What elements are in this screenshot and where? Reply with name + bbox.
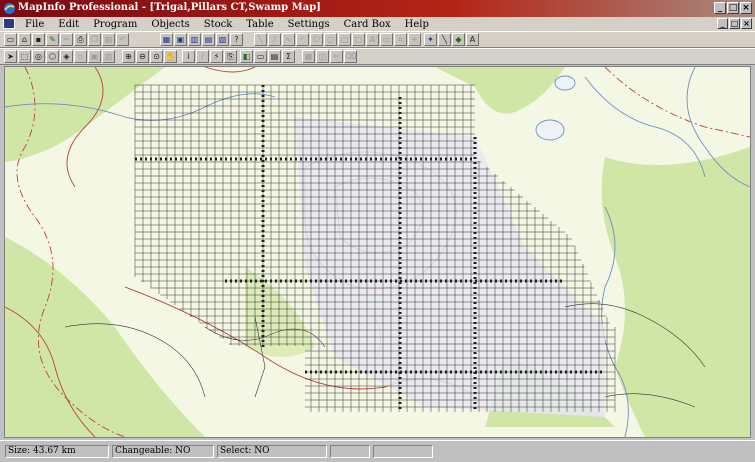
statistics-icon[interactable]: Σ [282,50,295,63]
maximize-button[interactable]: □ [727,2,739,14]
save-icon[interactable]: ▪ [32,33,45,46]
close-button[interactable]: × [740,2,752,14]
hotlink-icon[interactable]: ⎘ [224,50,237,63]
graph-select-icon[interactable]: ▥ [102,50,115,63]
title-bar[interactable]: MapInfo Professional - [Trigal,Pillars C… [0,0,755,17]
reshape-icon[interactable]: ⌗ [394,33,407,46]
menu-table[interactable]: Table [239,19,280,30]
menu-help[interactable]: Help [398,19,436,30]
tools-toolbar: ➤ ⬚ ◎ ⬡ ◈ ▫ ▣ ▥ ⊕ ⊖ ⊙ ✋ i ∕ ⚡ ⎘ ◧ ▭ ▤ Σ … [0,48,755,65]
polyline-icon[interactable]: ∿ [282,33,295,46]
status-empty-2 [373,445,433,458]
line-style-icon[interactable]: ╲ [438,33,451,46]
set-target-icon[interactable]: ◫ [316,50,329,63]
menu-stock[interactable]: Stock [197,19,240,30]
line-icon[interactable]: ∕ [268,33,281,46]
reshape-split-icon[interactable]: ✂ [330,50,343,63]
mapinfo-logo-icon [4,3,15,14]
doc-minimize-button[interactable]: _ [717,18,728,29]
doc-close-button[interactable]: × [741,18,752,29]
doc-restore-button[interactable]: □ [729,18,740,29]
marquee-select-icon[interactable]: ⬚ [18,50,31,63]
menu-bar: File Edit Program Objects Stock Table Se… [0,17,755,31]
legend-icon[interactable]: ▤ [268,50,281,63]
menu-program[interactable]: Program [86,19,144,30]
text-icon[interactable]: A [366,33,379,46]
change-view-icon[interactable]: ⊙ [150,50,163,63]
new-icon[interactable]: ▭ [4,33,17,46]
rounded-rect-icon[interactable]: ▢ [352,33,365,46]
copy-icon[interactable]: ❐ [88,33,101,46]
minimize-button[interactable]: _ [714,2,726,14]
document-menu-icon[interactable] [3,18,15,29]
menu-objects[interactable]: Objects [144,19,196,30]
arc-icon[interactable]: ◜ [296,33,309,46]
main-toolbar: ▭ ⌂ ▪ ✎ ✂ ⎙ ❐ ▤ ↶ ▦ ▣ ▥ ▤ ▧ ? ╲ ∕ ∿ ◜ ⬠ … [0,31,755,48]
zoom-out-icon[interactable]: ⊖ [136,50,149,63]
drag-window-icon[interactable]: ⚡ [210,50,223,63]
mapper-icon[interactable]: ▣ [174,33,187,46]
map-window[interactable] [4,66,751,438]
frame-icon[interactable]: ▭ [380,33,393,46]
boundary-select-icon[interactable]: ◈ [60,50,73,63]
menu-edit[interactable]: Edit [51,19,86,30]
open-icon[interactable]: ⌂ [18,33,31,46]
menu-settings[interactable]: Settings [281,19,337,30]
graph-icon[interactable]: ▥ [188,33,201,46]
region-style-icon[interactable]: ◆ [452,33,465,46]
ruler-icon[interactable]: ▭ [254,50,267,63]
symbol-style-icon[interactable]: ✦ [424,33,437,46]
map-canvas[interactable] [5,67,750,437]
save-workspace-icon[interactable]: ✎ [46,33,59,46]
ellipse-icon[interactable]: ○ [324,33,337,46]
layout-icon[interactable]: ▤ [202,33,215,46]
draw-icon[interactable]: ╲ [254,33,267,46]
undo-icon[interactable]: ↶ [116,33,129,46]
browser-icon[interactable]: ▦ [160,33,173,46]
rectangle-icon[interactable]: □ [338,33,351,46]
status-size: Size: 43.67 km [5,445,109,458]
polygon-icon[interactable]: ⬠ [310,33,323,46]
status-bar: Size: 43.67 km Changeable: NO Select: NO [0,440,755,462]
erase-icon[interactable]: ⌫ [344,50,357,63]
menu-file[interactable]: File [18,19,51,30]
status-select: Select: NO [217,445,327,458]
menu-card-box[interactable]: Card Box [337,19,398,30]
status-empty-1 [330,445,370,458]
layer-control-icon[interactable]: ◧ [240,50,253,63]
polygon-select-icon[interactable]: ⬡ [46,50,59,63]
unselect-icon[interactable]: ▫ [74,50,87,63]
select-arrow-icon[interactable]: ➤ [4,50,17,63]
paste-icon[interactable]: ▤ [102,33,115,46]
window-title: MapInfo Professional - [Trigal,Pillars C… [18,2,321,13]
add-node-icon[interactable]: + [408,33,421,46]
cut-icon[interactable]: ✂ [60,33,73,46]
help-icon[interactable]: ? [230,33,243,46]
status-changeable: Changeable: NO [112,445,214,458]
grabber-icon[interactable]: ✋ [164,50,177,63]
info-icon[interactable]: i [182,50,195,63]
zoom-in-icon[interactable]: ⊕ [122,50,135,63]
clip-region-icon[interactable]: ▦ [302,50,315,63]
label-icon[interactable]: ∕ [196,50,209,63]
invert-select-icon[interactable]: ▣ [88,50,101,63]
redistrict-icon[interactable]: ▧ [216,33,229,46]
text-style-icon[interactable]: A [466,33,479,46]
print-icon[interactable]: ⎙ [74,33,87,46]
radius-select-icon[interactable]: ◎ [32,50,45,63]
